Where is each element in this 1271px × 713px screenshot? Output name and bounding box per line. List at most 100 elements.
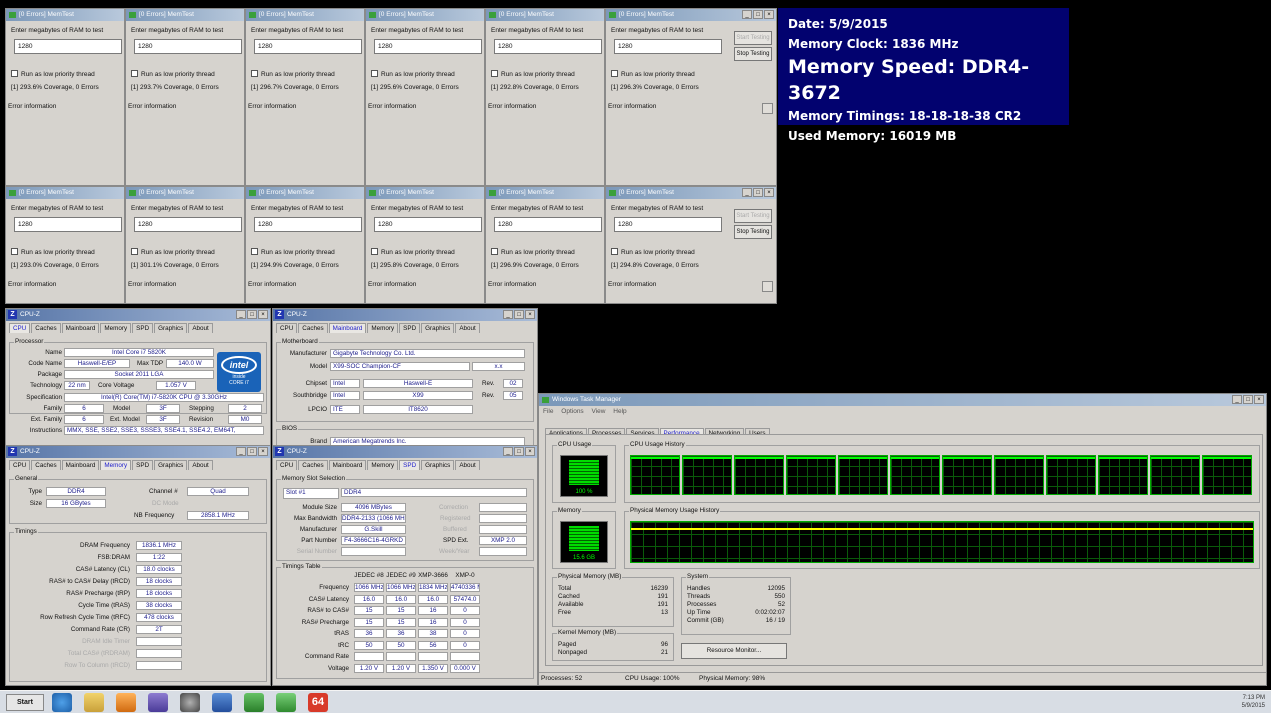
tab-cpu[interactable]: CPU xyxy=(276,460,298,470)
tab-cpu[interactable]: CPU xyxy=(9,460,31,470)
checkbox-box[interactable] xyxy=(11,248,18,255)
tab-graphics[interactable]: Graphics xyxy=(154,460,188,470)
cpuz-icon[interactable] xyxy=(148,693,168,712)
low-priority-checkbox[interactable]: Run as low priority thread xyxy=(611,248,695,256)
checkbox-box[interactable] xyxy=(251,70,258,77)
minimize-button[interactable]: _ xyxy=(742,188,752,197)
close-button[interactable]: × xyxy=(258,447,268,456)
tab-spd[interactable]: SPD xyxy=(132,460,154,470)
start-button[interactable]: Start xyxy=(6,694,44,711)
tab-spd[interactable]: SPD xyxy=(399,460,421,470)
stop-testing-button[interactable]: Stop Testing xyxy=(734,47,772,61)
close-button[interactable]: × xyxy=(764,188,774,197)
memtest-icon[interactable] xyxy=(244,693,264,712)
close-button[interactable]: × xyxy=(1254,395,1264,404)
tab-mainboard[interactable]: Mainboard xyxy=(61,460,100,470)
tab-about[interactable]: About xyxy=(188,323,213,333)
ram-input[interactable]: 1280 xyxy=(614,39,722,54)
low-priority-checkbox[interactable]: Run as low priority thread xyxy=(251,248,335,256)
low-priority-checkbox[interactable]: Run as low priority thread xyxy=(371,70,455,78)
ram-input[interactable]: 1280 xyxy=(134,39,242,54)
maximize-button[interactable]: □ xyxy=(514,447,524,456)
close-button[interactable]: × xyxy=(525,310,535,319)
low-priority-checkbox[interactable]: Run as low priority thread xyxy=(11,248,95,256)
low-priority-checkbox[interactable]: Run as low priority thread xyxy=(251,70,335,78)
tab-spd[interactable]: SPD xyxy=(399,323,421,333)
checkbox-box[interactable] xyxy=(251,248,258,255)
tab-about[interactable]: About xyxy=(455,323,480,333)
menu-bar[interactable]: File Options View Help xyxy=(543,408,627,415)
checkbox-box[interactable] xyxy=(131,70,138,77)
ram-input[interactable]: 1280 xyxy=(374,217,482,232)
ram-input[interactable]: 1280 xyxy=(14,39,122,54)
low-priority-checkbox[interactable]: Run as low priority thread xyxy=(131,70,215,78)
ram-input[interactable]: 1280 xyxy=(374,39,482,54)
ram-input[interactable]: 1280 xyxy=(254,39,362,54)
minimize-button[interactable]: _ xyxy=(1232,395,1242,404)
low-priority-checkbox[interactable]: Run as low priority thread xyxy=(131,248,215,256)
tab-caches[interactable]: Caches xyxy=(298,323,328,333)
low-priority-checkbox[interactable]: Run as low priority thread xyxy=(491,248,575,256)
ie-icon[interactable] xyxy=(52,693,72,712)
checkbox-box[interactable] xyxy=(611,248,618,255)
folder-icon[interactable] xyxy=(84,693,104,712)
slot-select[interactable]: Slot #1 xyxy=(283,488,339,499)
tab-mainboard[interactable]: Mainboard xyxy=(328,323,367,333)
scroll-button[interactable] xyxy=(762,103,773,114)
checkbox-box[interactable] xyxy=(491,70,498,77)
ram-input[interactable]: 1280 xyxy=(494,39,602,54)
low-priority-checkbox[interactable]: Run as low priority thread xyxy=(491,70,575,78)
start-testing-button[interactable]: Start Testing xyxy=(734,209,772,223)
tab-cpu[interactable]: CPU xyxy=(9,323,31,333)
low-priority-checkbox[interactable]: Run as low priority thread xyxy=(611,70,695,78)
checkbox-box[interactable] xyxy=(371,70,378,77)
computer-icon[interactable] xyxy=(212,693,232,712)
checkbox-box[interactable] xyxy=(11,70,18,77)
maximize-button[interactable]: □ xyxy=(753,10,763,19)
ram-input[interactable]: 1280 xyxy=(614,217,722,232)
low-priority-checkbox[interactable]: Run as low priority thread xyxy=(11,70,95,78)
tab-graphics[interactable]: Graphics xyxy=(421,323,455,333)
close-button[interactable]: × xyxy=(258,310,268,319)
maximize-button[interactable]: □ xyxy=(1243,395,1253,404)
tab-memory[interactable]: Memory xyxy=(367,460,399,470)
resource-monitor-button[interactable]: Resource Monitor... xyxy=(681,643,787,659)
maximize-button[interactable]: □ xyxy=(247,447,257,456)
tab-graphics[interactable]: Graphics xyxy=(421,460,455,470)
maximize-button[interactable]: □ xyxy=(247,310,257,319)
checkbox-box[interactable] xyxy=(611,70,618,77)
aida64-icon[interactable]: 64 xyxy=(308,693,328,712)
tab-memory[interactable]: Memory xyxy=(100,460,132,470)
tab-memory[interactable]: Memory xyxy=(367,323,399,333)
media-player-icon[interactable] xyxy=(116,693,136,712)
tab-graphics[interactable]: Graphics xyxy=(154,323,188,333)
minimize-button[interactable]: _ xyxy=(742,10,752,19)
stop-testing-button[interactable]: Stop Testing xyxy=(734,225,772,239)
checkbox-box[interactable] xyxy=(131,248,138,255)
minimize-button[interactable]: _ xyxy=(503,310,513,319)
minimize-button[interactable]: _ xyxy=(236,447,246,456)
ram-input[interactable]: 1280 xyxy=(494,217,602,232)
checkbox-box[interactable] xyxy=(491,248,498,255)
maximize-button[interactable]: □ xyxy=(514,310,524,319)
scroll-button[interactable] xyxy=(762,281,773,292)
minimize-button[interactable]: _ xyxy=(236,310,246,319)
ram-input[interactable]: 1280 xyxy=(134,217,242,232)
low-priority-checkbox[interactable]: Run as low priority thread xyxy=(371,248,455,256)
tab-caches[interactable]: Caches xyxy=(298,460,328,470)
tab-cpu[interactable]: CPU xyxy=(276,323,298,333)
close-button[interactable]: × xyxy=(764,10,774,19)
tab-memory[interactable]: Memory xyxy=(100,323,132,333)
tab-caches[interactable]: Caches xyxy=(31,323,61,333)
disc-icon[interactable] xyxy=(180,693,200,712)
tab-mainboard[interactable]: Mainboard xyxy=(61,323,100,333)
tab-about[interactable]: About xyxy=(188,460,213,470)
close-button[interactable]: × xyxy=(525,447,535,456)
tab-mainboard[interactable]: Mainboard xyxy=(328,460,367,470)
minimize-button[interactable]: _ xyxy=(503,447,513,456)
ram-input[interactable]: 1280 xyxy=(14,217,122,232)
ram-input[interactable]: 1280 xyxy=(254,217,362,232)
checkmark-icon[interactable] xyxy=(276,693,296,712)
tab-about[interactable]: About xyxy=(455,460,480,470)
checkbox-box[interactable] xyxy=(371,248,378,255)
